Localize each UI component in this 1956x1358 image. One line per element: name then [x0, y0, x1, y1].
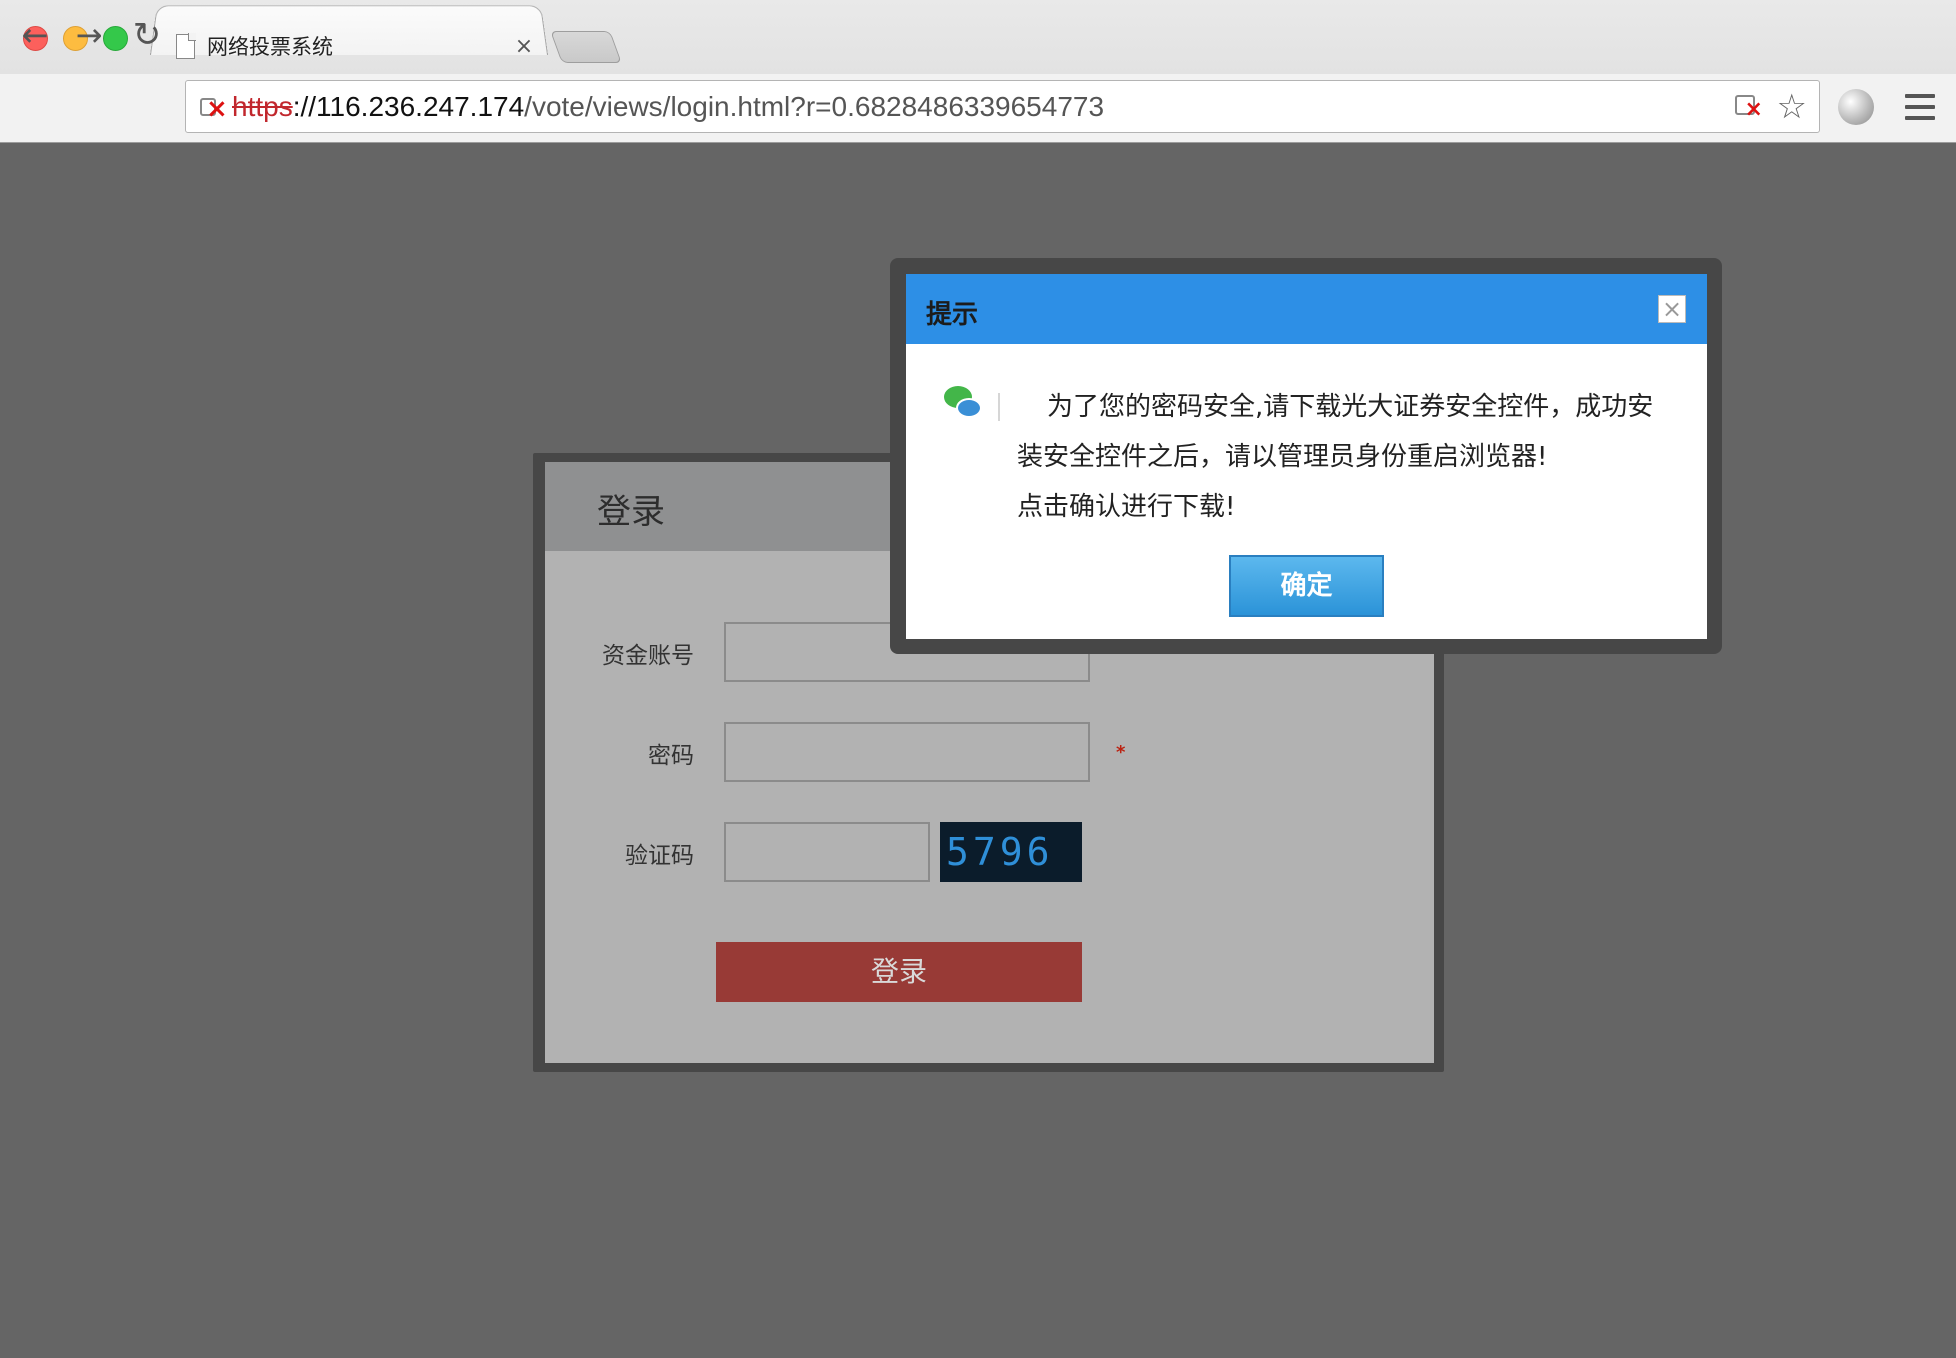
account-label: 资金账号 [602, 643, 694, 669]
message-divider [998, 393, 1000, 421]
password-label: 密码 [648, 743, 694, 769]
captcha-input[interactable] [724, 822, 930, 882]
browser-window: 网络投票系统 × ← → ↻ × https://116.236.247.174… [0, 0, 1956, 1358]
url-scheme: https [232, 90, 293, 122]
tab-title: 网络投票系统 [207, 35, 333, 59]
dialog-message: 为了您的密码安全,请下载光大证券安全控件，成功安装安全控件之后，请以管理员身份重… [1017, 382, 1657, 532]
back-arrow-icon[interactable]: ← [16, 16, 54, 54]
globe-icon[interactable] [1838, 89, 1874, 125]
captcha-image[interactable]: 5796 [940, 822, 1082, 882]
address-bar[interactable]: × https://116.236.247.174/vote/views/log… [185, 80, 1820, 133]
forward-arrow-icon[interactable]: → [70, 16, 108, 54]
dialog-close-icon[interactable]: × [1658, 295, 1686, 323]
dialog-message-line1: 为了您的密码安全,请下载光大证券安全控件，成功安装安全控件之后，请以管理员身份重… [1017, 392, 1654, 472]
dialog-header [906, 274, 1707, 344]
login-button[interactable]: 登录 [716, 942, 1082, 1002]
dialog-message-line2: 点击确认进行下载! [1017, 492, 1236, 522]
page-icon [176, 33, 196, 59]
tab-content: 网络投票系统 × [176, 26, 536, 66]
captcha-label: 验证码 [625, 843, 694, 869]
reload-icon[interactable]: ↻ [128, 16, 166, 54]
url-path: /vote/views/login.html?r=0.6828486339654… [524, 90, 1105, 122]
bookmark-star-icon[interactable]: ☆ [1777, 90, 1807, 124]
hamburger-menu-icon[interactable] [1905, 94, 1935, 120]
chat-bubbles-icon [944, 386, 986, 426]
insecure-lock-icon[interactable]: × [198, 92, 228, 122]
login-title: 登录 [597, 492, 665, 532]
password-input[interactable] [724, 722, 1090, 782]
password-required-mark: * [1116, 742, 1126, 763]
tab-close-icon[interactable]: × [512, 34, 536, 59]
dialog-title: 提示 [926, 300, 979, 330]
confirm-button[interactable]: 确定 [1229, 555, 1384, 617]
new-tab-button[interactable] [550, 31, 622, 63]
extension-blocked-icon[interactable]: × [1733, 91, 1763, 122]
url-host: ://116.236.247.174 [292, 90, 525, 122]
url-text: https://116.236.247.174/vote/views/login… [232, 91, 1104, 123]
